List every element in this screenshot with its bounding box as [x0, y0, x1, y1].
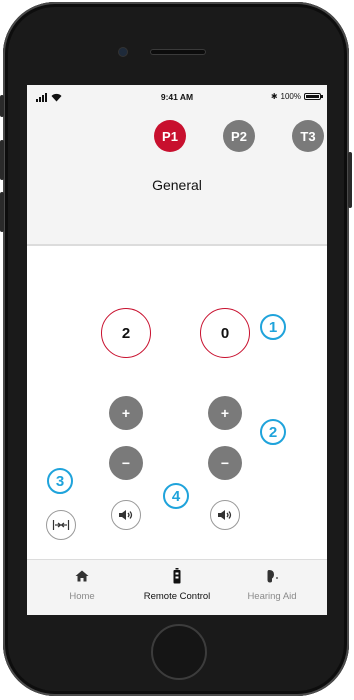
hearing-aid-icon [265, 567, 279, 585]
bluetooth-icon: ✱ [270, 92, 278, 101]
program-button-t3[interactable]: T3 [292, 120, 324, 152]
earpiece-speaker [150, 49, 206, 55]
tab-remote-control-label: Remote Control [143, 591, 211, 602]
home-button[interactable] [151, 624, 207, 680]
power-side-button [348, 152, 352, 208]
volume-up-side-button [0, 140, 4, 180]
tab-bar: Home Remote Control Hearing Aid [27, 559, 327, 615]
speaker-icon [119, 510, 133, 520]
remote-control-icon [173, 567, 181, 585]
tab-home[interactable]: Home [37, 560, 127, 615]
link-volumes-button[interactable] [46, 510, 76, 540]
home-icon [75, 567, 89, 585]
speaker-icon [218, 510, 232, 520]
program-button-p2[interactable]: P2 [223, 120, 255, 152]
battery-icon [304, 93, 323, 100]
tab-hearing-aid-label: Hearing Aid [247, 591, 297, 602]
app-screen: 9:41 AM ✱ 100% P1 P2 T3 General 2 0 + − … [27, 85, 327, 615]
callout-1: 1 [260, 314, 286, 340]
right-volume-up-button[interactable]: + [208, 396, 242, 430]
program-header [27, 85, 327, 245]
callout-3: 3 [47, 468, 73, 494]
tab-hearing-aid[interactable]: Hearing Aid [227, 560, 317, 615]
tab-remote-control[interactable]: Remote Control [132, 560, 222, 615]
battery-percent: 100% [280, 92, 301, 101]
callout-2: 2 [260, 419, 286, 445]
program-title: General [152, 177, 202, 193]
front-camera [119, 48, 127, 56]
status-bar: 9:41 AM ✱ 100% [27, 91, 327, 105]
callout-4: 4 [163, 483, 189, 509]
right-volume-display: 0 [200, 308, 250, 358]
volume-down-side-button [0, 192, 4, 232]
left-volume-up-button[interactable]: + [109, 396, 143, 430]
left-volume-display: 2 [101, 308, 151, 358]
left-mute-button[interactable] [111, 500, 141, 530]
battery-group: ✱ 100% [270, 92, 323, 101]
program-button-p1[interactable]: P1 [154, 120, 186, 152]
mute-switch [0, 95, 4, 117]
tab-home-label: Home [69, 591, 95, 602]
header-divider [27, 244, 327, 246]
merge-arrows-icon [52, 520, 70, 530]
left-volume-down-button[interactable]: − [109, 446, 143, 480]
right-mute-button[interactable] [210, 500, 240, 530]
right-volume-down-button[interactable]: − [208, 446, 242, 480]
